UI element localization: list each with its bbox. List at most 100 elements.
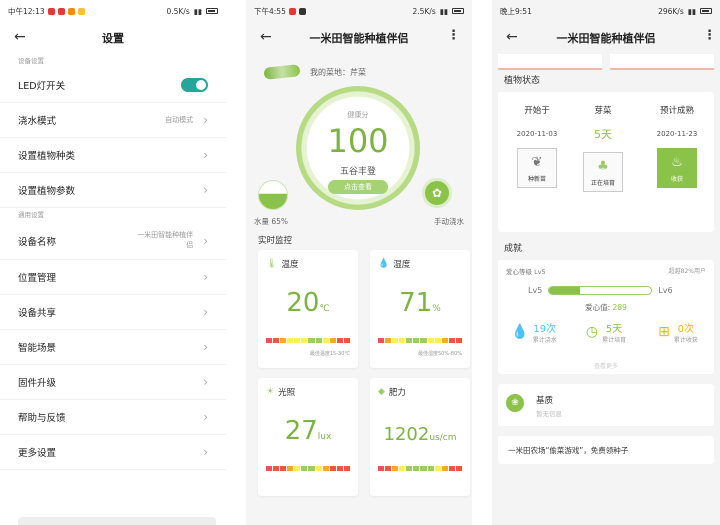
back-arrow-icon[interactable]: ← [14, 29, 26, 45]
column-value: 5天 [594, 128, 612, 141]
signal-icon: ▮▮ [193, 6, 202, 16]
love-level-badge: 爱心等级 Lv5 [506, 268, 546, 276]
gauge-label: 健康分 [347, 111, 369, 119]
card-value: 20 [286, 288, 320, 318]
row-smart-scene[interactable]: 智能场景 › [0, 330, 226, 365]
health-gauge[interactable]: 健康分 100 五谷丰登 点击查看 [296, 86, 420, 210]
row-label: LED灯开关 [18, 81, 66, 92]
notification-icon [288, 7, 296, 15]
card-foot: 最佳温度15-30℃ [309, 351, 350, 357]
back-arrow-icon[interactable]: ← [506, 29, 518, 45]
level-progress-bar [548, 286, 653, 295]
harvest-button[interactable]: ♨ 收获 [657, 148, 697, 188]
ranking-text: 超越82%用户 [668, 268, 706, 275]
chevron-right-icon: › [203, 113, 208, 127]
notification-icon [298, 7, 306, 15]
plant-state-card: 开始于 2020-11-03 ❦ 种新苗 芽菜 5天 ♣ 正在培育 预计成熟 2… [498, 92, 714, 232]
substrate-card[interactable]: ❀ 基质 暂无信息 [498, 384, 714, 426]
network-speed: 0.5K/s [166, 6, 190, 16]
page-title: 设置 [102, 32, 124, 45]
row-led: LED灯开关 [0, 68, 226, 103]
light-card[interactable]: ☀ 光照 27lux [258, 378, 358, 496]
row-label: 固件升级 [18, 378, 57, 389]
stat-value: 19次 [533, 324, 557, 335]
row-device-share[interactable]: 设备共享 › [0, 295, 226, 330]
card-unit: ℃ [319, 304, 330, 314]
level-progress-fill [549, 287, 580, 294]
promo-banner[interactable]: 一米田农场“偷菜游戏”，免费领种子 [498, 436, 714, 464]
previous-cards [498, 54, 714, 70]
love-value-row: 爱心值: 289 [498, 302, 714, 313]
row-device-name[interactable]: 设备名称 一米田智能种植伴侣 › [0, 222, 226, 260]
section-label-device: 设备设置 [18, 57, 44, 65]
column-value: 2020-11-23 [656, 130, 698, 138]
manual-water-icon[interactable]: ✿ [422, 178, 452, 208]
row-firmware[interactable]: 固件升级 › [0, 365, 226, 400]
stat-harvest: ⊞ 0次 累计收获 [642, 320, 714, 344]
celery-image [263, 64, 301, 80]
row-label: 更多设置 [18, 448, 57, 459]
row-plant-type[interactable]: 设置植物种类 › [0, 138, 226, 173]
row-label: 位置管理 [18, 273, 57, 284]
notification-icon [57, 7, 65, 15]
battery-icon [700, 8, 712, 14]
row-help[interactable]: 帮助与反馈 › [0, 400, 226, 435]
pot-icon: ♣ [597, 159, 609, 174]
achieve-title: 成就 [504, 244, 523, 254]
stat-value: 0次 [677, 324, 695, 335]
my-vegetable: 我的菜地：芹菜 [310, 67, 366, 77]
battery-icon [206, 8, 218, 14]
card-edge [498, 54, 602, 70]
battery-icon [452, 8, 464, 14]
card-value: 1202 [383, 424, 430, 445]
state-title: 植物状态 [504, 76, 541, 86]
row-location[interactable]: 位置管理 › [0, 260, 226, 295]
level-to: Lv6 [658, 286, 673, 295]
love-value: 289 [612, 303, 627, 312]
status-bar: 晚上9:51 296K/s ▮▮ [492, 0, 720, 22]
row-label: 智能场景 [18, 343, 57, 354]
harvest-bag-icon: ♨ [671, 155, 683, 170]
status-time: 中午12:13 [8, 6, 45, 16]
box-label: 种新苗 [527, 176, 546, 183]
substrate-title: 基质 [536, 396, 554, 406]
box-label: 正在培育 [590, 180, 615, 187]
top-bar: ← 设置 [0, 22, 226, 54]
dashboard-screen: 下午4:55 2.5K/s ▮▮ ← 一米田智能种植伴侣 ⋮ 我的菜地：芹菜 健… [246, 0, 472, 525]
fertility-card[interactable]: ◆ 肥力 1202us/cm [370, 378, 470, 496]
stat-growing: ◷ 5天 累计培育 [570, 320, 642, 344]
growing-button[interactable]: ♣ 正在培育 [583, 152, 623, 192]
card-foot: 最佳湿度50%-80% [417, 351, 462, 357]
love-label: 爱心值: [585, 303, 611, 312]
humidity-card[interactable]: 💧 湿度 71% 最佳湿度50%-80% [370, 250, 470, 368]
stat-label: 累计培育 [602, 337, 627, 344]
settings-screen: 中午12:13 0.5K/s ▮▮ ← 设置 设备设置 LED灯开关 浇水模式 … [0, 0, 226, 525]
more-icon[interactable]: ⋮ [703, 28, 716, 43]
network-speed: 2.5K/s [412, 6, 436, 16]
view-button[interactable]: 点击查看 [328, 180, 388, 194]
stat-label: 累计收获 [673, 337, 698, 344]
card-unit: lux [317, 432, 332, 442]
back-arrow-icon[interactable]: ← [260, 29, 272, 45]
manual-water-label[interactable]: 手动浇水 [434, 216, 464, 227]
substrate-icon: ❀ [506, 394, 524, 412]
vegetable-header: 我的菜地：芹菜 [246, 54, 472, 82]
sprout-column: 芽菜 5天 ♣ 正在培育 [572, 104, 634, 192]
chevron-right-icon: › [203, 148, 208, 162]
stat-label: 累计浇水 [532, 337, 557, 344]
droplet-icon: 💧 [378, 259, 390, 269]
row-water-mode[interactable]: 浇水模式 自动模式 › [0, 103, 226, 138]
temperature-card[interactable]: 🌡 温度 20℃ 最佳温度15-30℃ [258, 250, 358, 368]
row-plant-params[interactable]: 设置植物参数 › [0, 173, 226, 208]
notification-icon [47, 7, 55, 15]
row-more-settings[interactable]: 更多设置 › [0, 435, 226, 470]
led-toggle[interactable] [181, 78, 208, 92]
stat-watering: 💧 19次 累计浇水 [498, 320, 570, 344]
water-level-icon [258, 180, 288, 210]
new-seedling-button[interactable]: ❦ 种新苗 [517, 148, 557, 188]
card-value: 71 [399, 288, 433, 318]
view-more-link[interactable]: 查看更多 [498, 361, 714, 370]
more-icon[interactable]: ⋮ [447, 28, 460, 43]
start-column: 开始于 2020-11-03 ❦ 种新苗 [506, 104, 568, 188]
top-bar: ← 一米田智能种植伴侣 ⋮ [246, 22, 472, 54]
